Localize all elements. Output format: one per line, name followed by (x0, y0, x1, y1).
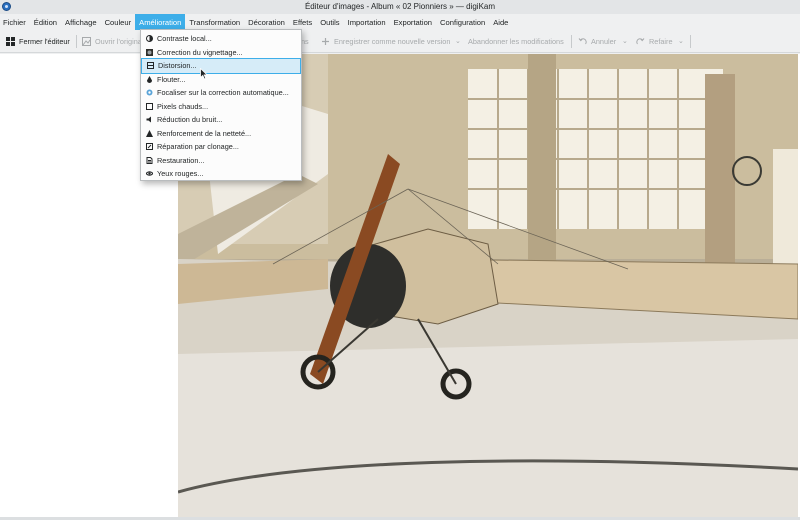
menu-item-label: Réparation par clonage... (157, 142, 239, 152)
menu-importation[interactable]: Importation (344, 14, 390, 30)
save-button-partial[interactable]: ns (301, 35, 309, 48)
toolbar-separator (571, 35, 572, 48)
menu-item-sharpen[interactable]: Renforcement de la netteté... (141, 127, 301, 141)
menu-edition[interactable]: Édition (30, 14, 61, 30)
window-title: Éditeur d'images - Album « 02 Pionniers … (304, 2, 496, 11)
distortion-icon (147, 62, 154, 69)
grid-close-icon (6, 37, 15, 46)
editor-toolbar: Fermer l'éditeur Ouvrir l'original ns En… (0, 30, 800, 53)
menu-effets[interactable]: Effets (289, 14, 316, 30)
menu-item-noise-reduction[interactable]: Réduction du bruit... (141, 113, 301, 127)
redo-history-chevron-icon[interactable]: ⌄ (678, 37, 684, 45)
blur-drop-icon (146, 75, 153, 83)
menu-item-label: Réduction du bruit... (157, 115, 223, 125)
menu-item-restoration[interactable]: Restauration... (141, 154, 301, 168)
redo-icon (636, 37, 645, 46)
menu-transformation[interactable]: Transformation (185, 14, 244, 30)
restoration-icon (146, 156, 153, 164)
undo-icon (578, 37, 587, 46)
open-original-label: Ouvrir l'original (95, 37, 144, 46)
menu-outils[interactable]: Outils (316, 14, 343, 30)
menu-item-label: Renforcement de la netteté... (157, 128, 252, 138)
menu-aide[interactable]: Aide (489, 14, 512, 30)
discard-changes-button[interactable]: Abandonner les modifications (468, 35, 564, 48)
menu-item-label: Contraste local... (157, 34, 212, 44)
menu-item-autofocus[interactable]: Focaliser sur la correction automatique.… (141, 86, 301, 100)
menu-item-label: Restauration... (157, 155, 205, 165)
redo-button[interactable]: Refaire (636, 35, 673, 48)
menu-affichage[interactable]: Affichage (61, 14, 101, 30)
noise-reduction-icon (146, 116, 153, 123)
close-editor-label: Fermer l'éditeur (19, 37, 70, 46)
sharpen-icon (146, 129, 153, 137)
menu-item-vignetting[interactable]: Correction du vignettage... (141, 46, 301, 60)
menu-item-label: Pixels chauds... (157, 101, 209, 111)
contrast-icon (146, 35, 153, 42)
discard-changes-label: Abandonner les modifications (468, 37, 564, 46)
menu-fichier[interactable]: Fichier (0, 14, 30, 30)
menu-bar: Fichier Édition Affichage Couleur Amélio… (0, 14, 800, 30)
redo-label: Refaire (649, 37, 673, 46)
menu-amelioration[interactable]: Amélioration (135, 14, 186, 30)
undo-label: Annuler (591, 37, 617, 46)
hot-pixels-icon (146, 102, 153, 110)
open-original-button[interactable]: Ouvrir l'original (82, 35, 143, 48)
menu-decoration[interactable]: Décoration (244, 14, 289, 30)
save-as-new-version-label: Enregistrer comme nouvelle version (334, 37, 451, 46)
menu-item-label: Flouter... (157, 74, 186, 84)
clone-repair-icon (146, 143, 153, 150)
menu-couleur[interactable]: Couleur (101, 14, 136, 30)
menu-item-local-contrast[interactable]: Contraste local... (141, 32, 301, 46)
enhance-menu: Contraste local... Correction du vignett… (140, 29, 302, 181)
menu-item-label: Yeux rouges... (157, 169, 204, 179)
save-label-fragment: ns (301, 37, 309, 46)
image-icon (82, 37, 91, 46)
undo-button[interactable]: Annuler (578, 35, 616, 48)
menu-item-label: Focaliser sur la correction automatique.… (157, 88, 289, 98)
chevron-down-icon[interactable]: ⌄ (455, 37, 461, 45)
menu-item-label: Distorsion... (158, 61, 197, 71)
autofocus-icon (146, 89, 153, 96)
red-eye-icon (145, 170, 154, 177)
menu-item-label: Correction du vignettage... (157, 47, 243, 57)
menu-configuration[interactable]: Configuration (436, 14, 489, 30)
close-editor-button[interactable]: Fermer l'éditeur (6, 35, 70, 48)
title-bar: Éditeur d'images - Album « 02 Pionniers … (0, 0, 800, 14)
mouse-cursor-icon (200, 68, 208, 80)
vignette-icon (146, 48, 153, 56)
save-as-new-version-button[interactable]: Enregistrer comme nouvelle version (321, 35, 450, 48)
undo-history-chevron-icon[interactable]: ⌄ (622, 37, 628, 45)
menu-item-blur[interactable]: Flouter... (141, 73, 301, 87)
toolbar-separator (690, 35, 691, 48)
menu-item-clone-repair[interactable]: Réparation par clonage... (141, 140, 301, 154)
toolbar-separator (76, 35, 77, 48)
menu-item-red-eye[interactable]: Yeux rouges... (141, 167, 301, 181)
menu-item-distortion[interactable]: Distorsion... (141, 58, 301, 74)
plus-icon (321, 37, 330, 46)
menu-item-hot-pixels[interactable]: Pixels chauds... (141, 100, 301, 114)
menu-exportation[interactable]: Exportation (390, 14, 436, 30)
